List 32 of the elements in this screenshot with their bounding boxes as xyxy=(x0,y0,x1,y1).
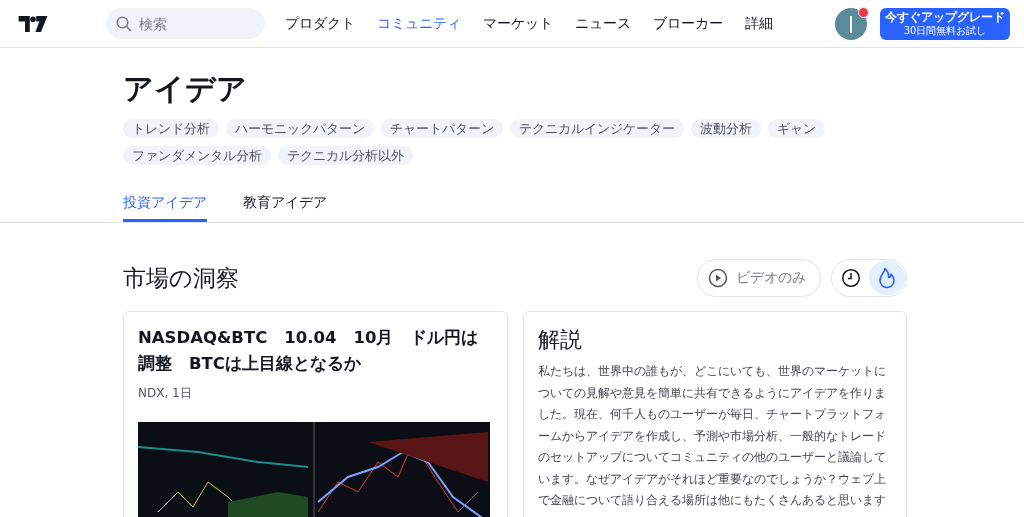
symbol-label: NDX, 1日 xyxy=(138,385,192,402)
tag-chip[interactable]: ハーモニックパターン xyxy=(226,119,374,138)
search-field[interactable]: 検索 xyxy=(106,8,265,39)
tag-chip[interactable]: チャートパターン xyxy=(381,119,503,138)
nav-link[interactable]: ブローカー xyxy=(642,14,734,33)
nav-link[interactable]: マーケット xyxy=(472,14,564,33)
clock-icon xyxy=(841,268,861,288)
tag-chip[interactable]: ギャン xyxy=(768,119,825,138)
tag-chip[interactable]: テクニカル分析以外 xyxy=(278,146,413,165)
logo-icon[interactable] xyxy=(18,15,48,32)
tag-chip[interactable]: トレンド分析 xyxy=(123,119,219,138)
play-icon xyxy=(708,268,728,288)
page-title: アイデア xyxy=(123,70,247,108)
nav-link[interactable]: プロダクト xyxy=(274,14,366,33)
tab[interactable]: 投資アイデア xyxy=(123,192,207,222)
section-title: 市場の洞察 xyxy=(123,264,239,293)
avatar[interactable] xyxy=(835,7,867,40)
flame-icon xyxy=(877,267,897,289)
idea-title[interactable]: NASDAQ&BTC 10.04 10月 ドル円は調整 BTCは上目線となるか xyxy=(138,325,493,377)
idea-card[interactable]: NASDAQ&BTC 10.04 10月 ドル円は調整 BTCは上目線となるか NDX, 1日 xyxy=(123,311,508,517)
tag-chip[interactable]: 波動分析 xyxy=(691,119,761,138)
tag-chip[interactable]: テクニカルインジケーター xyxy=(510,119,684,138)
upgrade-button[interactable]: 今すぐアップグレード 30日間無料お試し xyxy=(880,7,1010,40)
about-title: 解説 xyxy=(537,326,583,354)
nav-link[interactable]: 詳細 xyxy=(734,14,784,33)
chart-thumbnail[interactable] xyxy=(138,422,490,517)
tab[interactable]: 教育アイデア xyxy=(243,192,327,222)
nav-link[interactable]: ニュース xyxy=(564,14,642,33)
about-text: 私たちは、世界中の誰もが、どこにいても、世界のマーケットについての見解や意見を簡単に共有できるようにアイデアを作りました。現在、何千人ものユーザーが毎日、チャートプラットフォームからアイデアを作成し、予測や市場分析、一般的なトレードのセットアップについてコミュニティの他のユーザーと議論しています。なぜアイデアがそれほど重要なのでしょうか？ウェブ上で金融について語り合える場所は他にもたくさんあると思います xyxy=(537,363,887,509)
tag-chip[interactable]: ファンダメンタル分析 xyxy=(123,146,271,165)
nav-link[interactable]: コミュニティ xyxy=(366,14,472,33)
video-only-button[interactable]: ビデオのみ xyxy=(697,259,821,297)
